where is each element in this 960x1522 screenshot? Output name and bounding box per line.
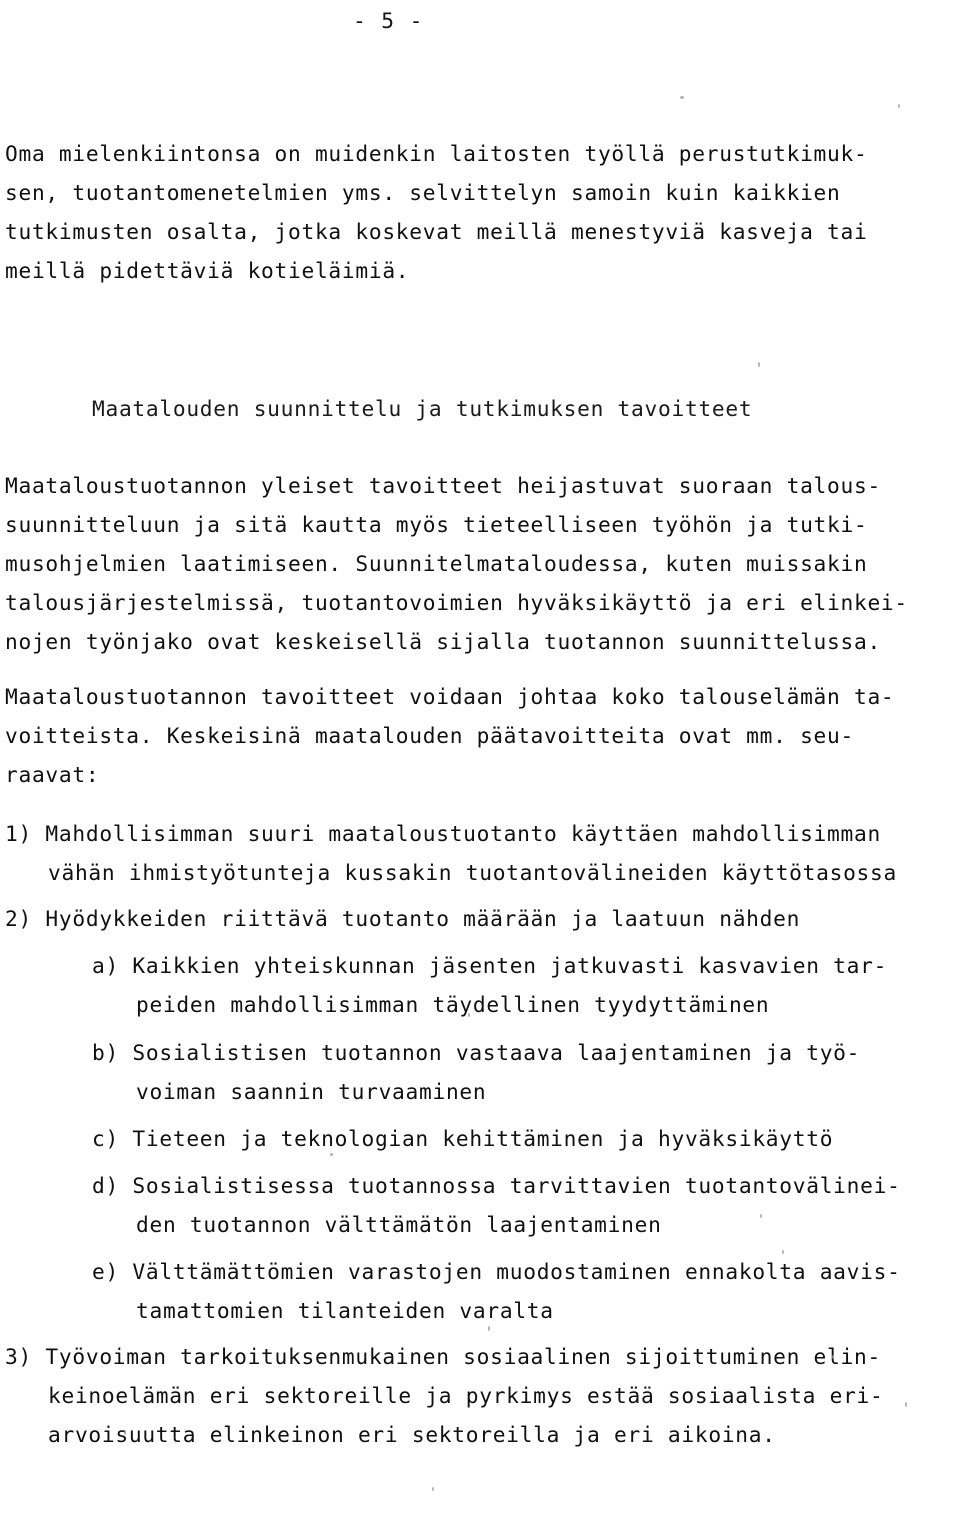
scan-speck [758,362,760,367]
text-line: raavat: [5,762,100,787]
text-line: Maataloustuotannon yleiset tavoitteet he… [5,473,881,498]
text-line: musohjelmien laatimiseen. Suunnitelmatal… [5,551,868,576]
text-line: Maataloustuotannon tavoitteet voidaan jo… [5,684,895,709]
document-page: - 5 - Oma mielenkiintonsa on muidenkin l… [0,0,960,1522]
text-line: den tuotannon välttämätön laajentaminen [136,1212,662,1237]
scan-speck [832,1355,834,1359]
text-line: nojen työnjako ovat keskeisellä sijalla … [5,629,881,654]
text-line: meillä pidettäviä kotieläimiä. [5,258,410,283]
text-line: voiman saannin turvaaminen [136,1079,487,1104]
text-line: talousjärjestelmissä, tuotantovoimien hy… [5,590,908,615]
text-line: c) Tieteen ja teknologian kehittäminen j… [92,1126,834,1151]
scan-speck [330,1153,333,1156]
text-line: a) Kaikkien yhteiskunnan jäsenten jatkuv… [92,953,888,978]
scan-speck [124,1430,126,1435]
scan-speck [898,104,900,108]
scan-speck [905,1402,907,1407]
text-line: Oma mielenkiintonsa on muidenkin laitost… [5,141,868,166]
text-line: vähän ihmistyötunteja kussakin tuotantov… [48,860,897,885]
text-line: 3) Työvoiman tarkoituksenmukainen sosiaa… [5,1344,881,1369]
text-line: tutkimusten osalta, jotka koskevat meill… [5,219,868,244]
scan-speck [468,1013,470,1017]
text-line: e) Välttämättömien varastojen muodostami… [92,1259,901,1284]
text-line: b) Sosialistisen tuotannon vastaava laaj… [92,1040,861,1065]
text-line: keinoelämän eri sektoreille ja pyrkimys … [48,1383,884,1408]
text-line: 2) Hyödykkeiden riittävä tuotanto määrää… [5,906,801,931]
text-line: voitteista. Keskeisinä maatalouden pääta… [5,723,854,748]
page-number: - 5 - [353,8,424,33]
text-line: peiden mahdollisimman täydellinen tyydyt… [136,992,770,1017]
text-line: 1) Mahdollisimman suuri maataloustuotant… [5,821,881,846]
scan-speck [432,1487,434,1491]
text-line: tamattomien tilanteiden varalta [136,1298,554,1323]
scan-speck [760,1214,762,1218]
text-line: suunnitteluun ja sitä kautta myös tietee… [5,512,868,537]
text-line: sen, tuotantomenetelmien yms. selvittely… [5,180,841,205]
text-line: d) Sosialistisessa tuotannossa tarvittav… [92,1173,901,1198]
section-heading: Maatalouden suunnittelu ja tutkimuksen t… [92,396,753,421]
scan-speck [680,96,684,99]
text-line: arvoisuutta elinkeinon eri sektoreilla j… [48,1422,776,1447]
scan-speck [488,1326,490,1331]
scan-speck [782,1250,784,1254]
